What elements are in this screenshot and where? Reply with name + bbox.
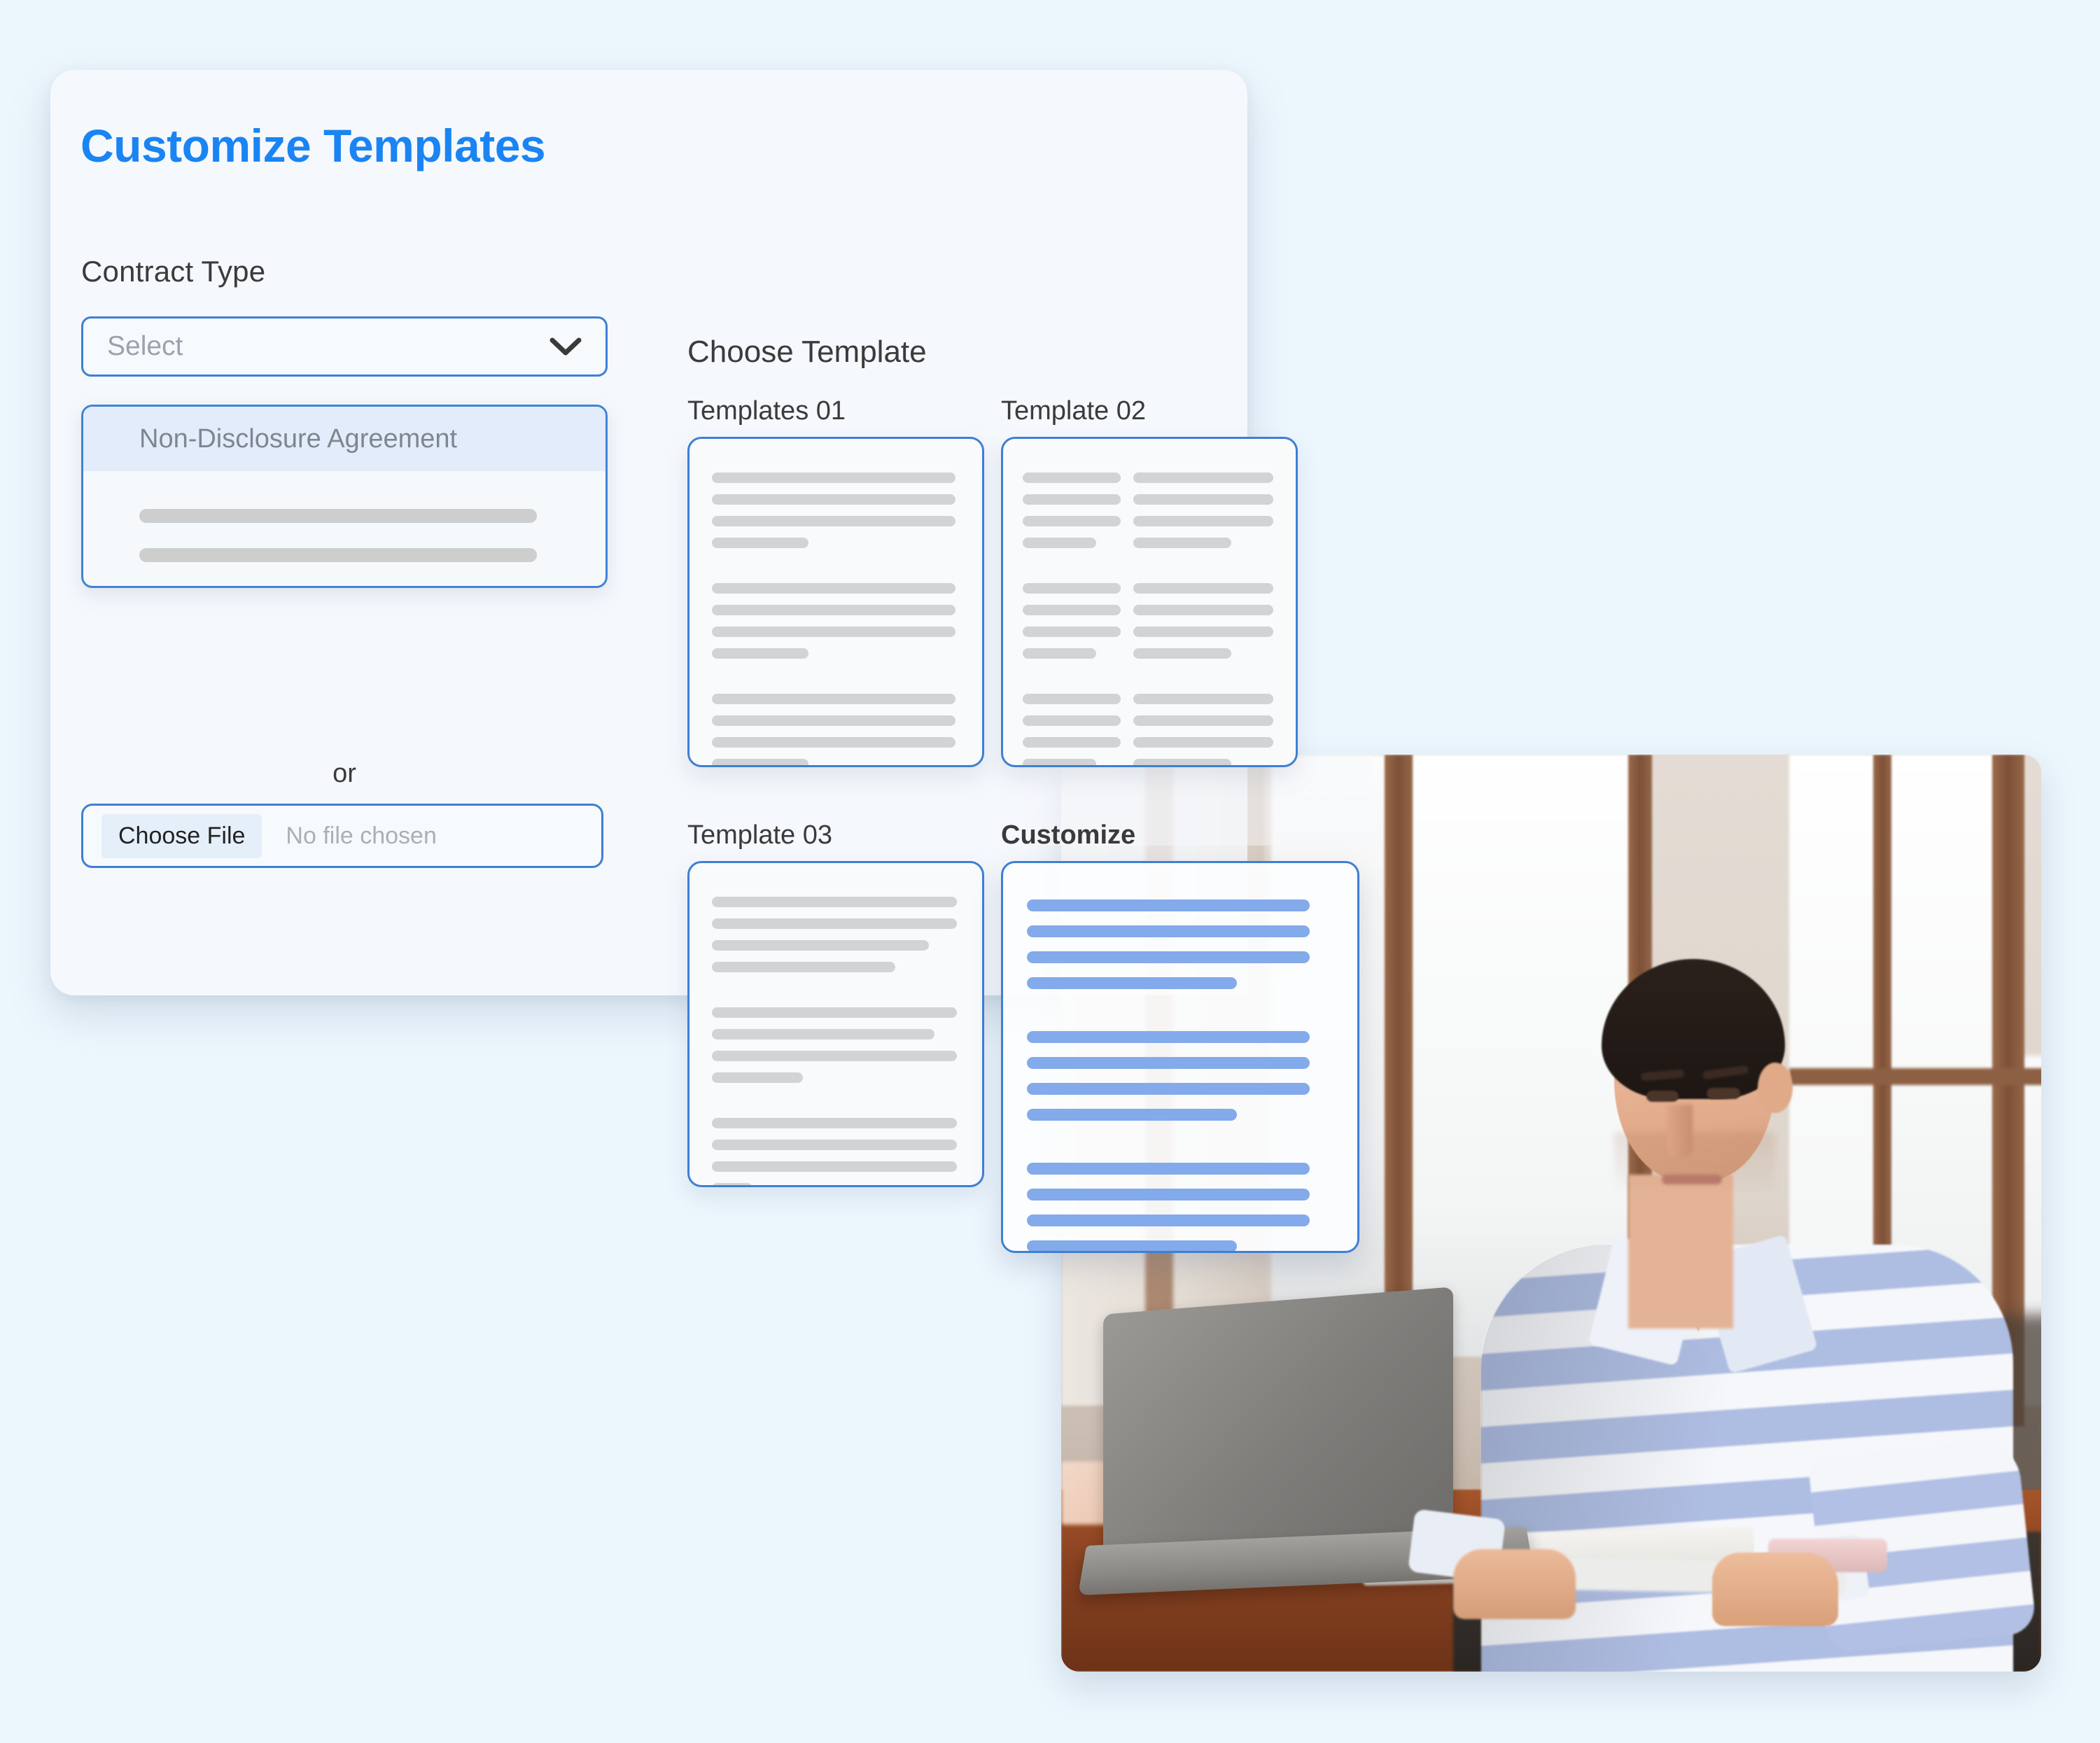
template-placeholder-line	[712, 759, 808, 767]
template-placeholder-line	[1023, 737, 1121, 748]
template-placeholder-line	[712, 737, 955, 748]
template-placeholder-line	[1027, 1214, 1310, 1226]
template-placeholder-line	[1133, 538, 1231, 548]
template-placeholder-line	[712, 1051, 957, 1061]
template-placeholder-line	[712, 918, 957, 929]
template-placeholder-line	[1027, 925, 1310, 937]
template-placeholder-line	[1023, 538, 1096, 548]
template-card-customize[interactable]	[1001, 861, 1359, 1253]
dropdown-placeholder-row	[139, 509, 537, 523]
choose-template-heading: Choose Template	[687, 335, 927, 370]
chevron-down-icon	[550, 337, 582, 356]
template-card-label-2: Template 02	[1001, 396, 1146, 426]
template-placeholder-line	[712, 1029, 934, 1040]
template-placeholder-line	[712, 715, 955, 726]
template-placeholder-line	[712, 494, 955, 505]
template-placeholder-line	[712, 472, 955, 483]
template-placeholder-line	[712, 538, 808, 548]
template-placeholder-line	[1023, 626, 1121, 637]
template-placeholder-line	[712, 897, 957, 907]
template-placeholder-line	[1027, 951, 1310, 963]
template-placeholder-line	[1133, 516, 1273, 526]
dropdown-option-nda[interactable]: Non-Disclosure Agreement	[83, 407, 606, 471]
template-placeholder-line	[1023, 516, 1121, 526]
template-placeholder-line	[712, 1183, 752, 1187]
template-placeholder-line	[712, 583, 955, 594]
template-placeholder-line	[712, 1007, 957, 1018]
template-placeholder-line	[712, 940, 929, 951]
screenshot-root: Customize Templates Contract Type Select…	[0, 0, 2100, 1743]
contract-type-select[interactable]: Select	[81, 316, 608, 377]
template-placeholder-line	[1023, 715, 1121, 726]
template-placeholder-line	[1027, 1083, 1310, 1095]
template-card-label-3: Template 03	[687, 820, 832, 850]
dropdown-option-label: Non-Disclosure Agreement	[83, 424, 457, 454]
template-placeholder-line	[1023, 605, 1121, 615]
template-placeholder-line	[1133, 494, 1273, 505]
template-placeholder-line	[1027, 1031, 1310, 1043]
template-placeholder-line	[1133, 694, 1273, 704]
contract-type-label: Contract Type	[81, 255, 265, 288]
contract-type-select-value: Select	[107, 331, 183, 362]
template-card-3[interactable]	[687, 861, 984, 1187]
dropdown-placeholder-row	[139, 548, 537, 562]
template-placeholder-line	[1027, 899, 1310, 911]
template-placeholder-line	[1027, 1057, 1310, 1069]
template-placeholder-line	[1027, 1189, 1310, 1200]
template-card-2[interactable]	[1001, 437, 1298, 767]
template-placeholder-line	[1133, 737, 1273, 748]
template-placeholder-line	[1023, 648, 1096, 659]
template-placeholder-line	[712, 626, 955, 637]
template-placeholder-line	[1023, 694, 1121, 704]
dropdown-placeholder-row	[139, 587, 537, 588]
template-placeholder-line	[712, 962, 895, 972]
choose-file-button[interactable]: Choose File	[102, 814, 262, 858]
template-placeholder-line	[1133, 472, 1273, 483]
template-placeholder-line	[712, 516, 955, 526]
template-placeholder-line	[1023, 472, 1121, 483]
file-status-text: No file chosen	[286, 822, 436, 850]
contract-type-dropdown[interactable]: Non-Disclosure Agreement	[81, 405, 608, 588]
template-placeholder-line	[712, 1140, 957, 1150]
template-placeholder-line	[712, 605, 955, 615]
template-placeholder-line	[1133, 759, 1231, 767]
page-title: Customize Templates	[80, 119, 545, 172]
template-placeholder-line	[1133, 605, 1273, 615]
template-placeholder-line	[1023, 759, 1096, 767]
template-placeholder-line	[1027, 1163, 1310, 1175]
file-upload-input[interactable]: Choose File No file chosen	[81, 804, 603, 868]
template-placeholder-line	[712, 1118, 957, 1128]
template-placeholder-line	[712, 1161, 957, 1172]
template-placeholder-line	[1023, 494, 1121, 505]
template-placeholder-line	[1133, 583, 1273, 594]
template-placeholder-line	[712, 1072, 803, 1083]
template-placeholder-line	[1027, 1109, 1237, 1121]
template-placeholder-line	[1133, 715, 1273, 726]
template-card-label-1: Templates 01	[687, 396, 846, 426]
template-placeholder-line	[1027, 977, 1237, 989]
template-card-1[interactable]	[687, 437, 984, 767]
template-placeholder-line	[1027, 1240, 1237, 1252]
or-separator: or	[81, 759, 608, 789]
template-placeholder-line	[1133, 648, 1231, 659]
template-card-label-4: Customize	[1001, 820, 1135, 850]
template-placeholder-line	[1133, 626, 1273, 637]
template-placeholder-line	[712, 648, 808, 659]
template-placeholder-line	[712, 694, 955, 704]
template-placeholder-line	[1023, 583, 1121, 594]
